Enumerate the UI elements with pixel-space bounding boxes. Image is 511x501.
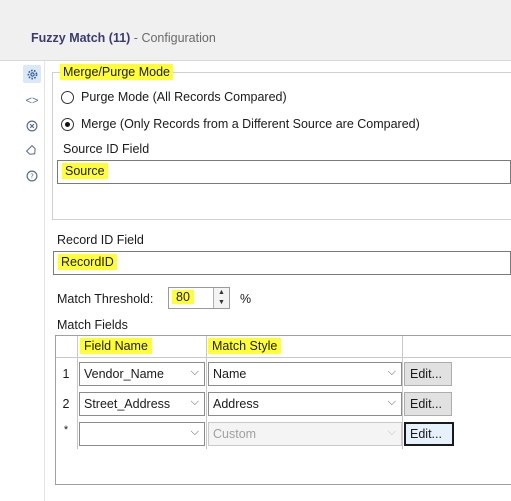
match-style-select[interactable]: Address ⌵ bbox=[208, 392, 402, 416]
source-id-value: Source bbox=[62, 163, 108, 179]
merge-purge-title: Merge/Purge Mode bbox=[60, 64, 174, 80]
title-bar: Fuzzy Match (11) - Configuration bbox=[0, 0, 511, 61]
row-number: * bbox=[63, 424, 69, 436]
merge-mode-label: Merge (Only Records from a Different Sou… bbox=[81, 117, 420, 131]
title-separator: - bbox=[130, 31, 142, 45]
edit-button[interactable]: Edit... bbox=[404, 362, 452, 386]
match-style-value: Address bbox=[213, 397, 259, 411]
arrow-up-icon[interactable]: ▲ bbox=[214, 288, 229, 298]
source-id-field[interactable]: Source bbox=[57, 160, 511, 184]
record-id-label: Record ID Field bbox=[57, 233, 144, 247]
row-number: 2 bbox=[62, 397, 70, 411]
match-style-value: Name bbox=[213, 367, 247, 381]
match-style-select[interactable]: Custom ⌵ bbox=[208, 422, 402, 446]
record-id-value: RecordID bbox=[58, 254, 117, 270]
annotation-icon[interactable] bbox=[23, 117, 41, 135]
source-id-label: Source ID Field bbox=[63, 142, 150, 156]
field-name-select[interactable]: ⌵ bbox=[79, 422, 205, 446]
match-fields-label: Match Fields bbox=[57, 318, 128, 332]
gear-icon[interactable] bbox=[23, 65, 41, 83]
threshold-unit: % bbox=[240, 292, 252, 306]
chevron-down-icon[interactable]: ⌵ bbox=[388, 396, 396, 409]
grid-line bbox=[402, 336, 403, 449]
purge-mode-radio[interactable]: Purge Mode (All Records Compared) bbox=[61, 90, 287, 104]
edit-button[interactable]: Edit... bbox=[404, 392, 452, 416]
edit-button[interactable]: Edit... bbox=[404, 422, 454, 446]
field-name-value: Vendor_Name bbox=[84, 367, 164, 381]
merge-radio-circle[interactable] bbox=[61, 117, 74, 131]
field-name-value: Street_Address bbox=[84, 397, 171, 411]
field-name-select[interactable]: Vendor_Name ⌵ bbox=[79, 362, 205, 386]
stepper-arrows[interactable]: ▲ ▼ bbox=[213, 288, 229, 308]
field-name-select[interactable]: Street_Address ⌵ bbox=[79, 392, 205, 416]
match-style-select[interactable]: Name ⌵ bbox=[208, 362, 402, 386]
record-id-field[interactable]: RecordID bbox=[53, 251, 511, 275]
merge-mode-radio[interactable]: Merge (Only Records from a Different Sou… bbox=[61, 117, 420, 131]
grid-line bbox=[206, 336, 207, 449]
chevron-down-icon[interactable]: ⌵ bbox=[191, 396, 199, 409]
grid-line bbox=[56, 357, 511, 358]
match-threshold-label: Match Threshold: bbox=[57, 292, 154, 306]
grid-line bbox=[77, 336, 78, 449]
purge-mode-label: Purge Mode (All Records Compared) bbox=[81, 90, 287, 104]
chevron-down-icon[interactable]: ⌵ bbox=[388, 366, 396, 379]
match-threshold-stepper[interactable]: 80 ▲ ▼ bbox=[168, 287, 230, 309]
purge-radio-circle[interactable] bbox=[61, 90, 74, 104]
arrow-down-icon[interactable]: ▼ bbox=[214, 298, 229, 308]
match-threshold-value: 80 bbox=[172, 290, 194, 304]
row-number: 1 bbox=[62, 367, 70, 381]
chevron-down-icon[interactable]: ⌵ bbox=[191, 426, 199, 439]
panel-name: Configuration bbox=[141, 31, 216, 45]
code-icon[interactable]: <> bbox=[23, 92, 41, 110]
chevron-down-icon[interactable]: ⌵ bbox=[388, 426, 396, 439]
chevron-down-icon[interactable]: ⌵ bbox=[191, 366, 199, 379]
header-match-style[interactable]: Match Style bbox=[208, 338, 282, 354]
window-title: Fuzzy Match (11) - Configuration bbox=[31, 31, 216, 45]
help-icon[interactable]: ? bbox=[23, 167, 41, 185]
svg-text:?: ? bbox=[30, 173, 34, 181]
header-field-name[interactable]: Field Name bbox=[80, 338, 152, 354]
match-style-value: Custom bbox=[213, 427, 257, 441]
tag-icon[interactable] bbox=[23, 142, 41, 160]
tool-name: Fuzzy Match (11) bbox=[31, 31, 131, 45]
